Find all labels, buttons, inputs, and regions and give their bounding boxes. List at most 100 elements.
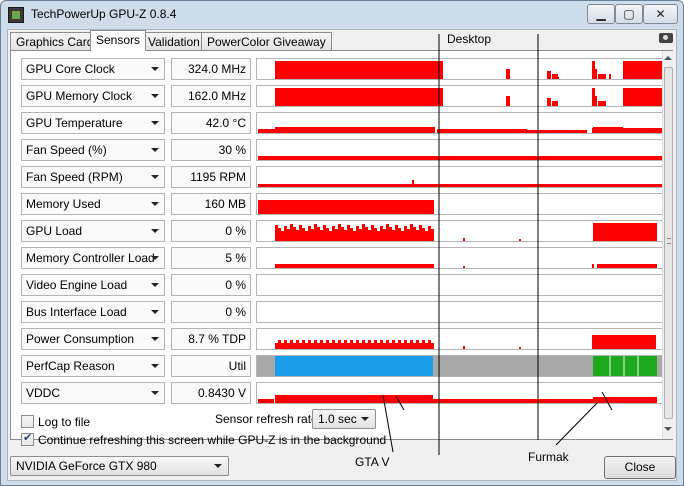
chevron-down-icon	[361, 417, 369, 421]
sensor-value: 0.8430 V	[171, 382, 251, 404]
sensor-name-select[interactable]: Fan Speed (%)	[21, 139, 165, 161]
sensor-history-chart	[275, 223, 657, 241]
window-body: Graphics Card Sensors Validation PowerCo…	[7, 29, 677, 481]
sensor-name: Video Engine Load	[26, 278, 128, 292]
grip-icon	[667, 238, 671, 244]
sensor-graph	[256, 85, 667, 107]
vertical-scrollbar[interactable]	[662, 51, 673, 439]
sensor-row: Memory Controller Load 5 %	[21, 247, 673, 269]
chevron-down-icon	[151, 256, 159, 260]
sensor-row: Video Engine Load 0 %	[21, 274, 673, 296]
scroll-down-arrow-icon[interactable]	[664, 427, 672, 431]
sensor-name-select[interactable]: GPU Memory Clock	[21, 85, 165, 107]
sensor-name-select[interactable]: Fan Speed (RPM)	[21, 166, 165, 188]
sensor-graph	[256, 382, 666, 404]
sensor-name-select[interactable]: Video Engine Load	[21, 274, 165, 296]
minimize-button[interactable]: ▁	[587, 4, 615, 24]
sensor-name: Memory Controller Load	[26, 251, 155, 265]
sensor-value: 1195 RPM	[171, 166, 251, 188]
sensor-row: Power Consumption 8.7 % TDP	[21, 328, 673, 350]
title-bar[interactable]: TechPowerUp GPU-Z 0.8.4 ▁ ▢ ✕	[1, 1, 683, 29]
sensor-graph	[256, 301, 666, 323]
sensor-graph	[256, 355, 667, 377]
sensor-history-chart	[275, 61, 667, 79]
gpu-select[interactable]: NVIDIA GeForce GTX 980	[10, 456, 229, 476]
sensor-graph	[256, 193, 666, 215]
sensor-name: Memory Used	[26, 197, 101, 211]
close-window-button[interactable]: ✕	[643, 4, 678, 24]
sensor-graph	[256, 274, 666, 296]
chevron-down-icon	[151, 283, 159, 287]
sensor-value: 324.0 MHz	[171, 58, 251, 80]
close-button[interactable]: Close	[604, 456, 676, 479]
sensor-history-chart	[257, 275, 667, 295]
sensor-name: Fan Speed (%)	[26, 143, 107, 157]
sensor-value: 0 %	[171, 220, 251, 242]
camera-icon[interactable]	[659, 33, 673, 43]
window-title: TechPowerUp GPU-Z 0.8.4	[31, 7, 177, 21]
chevron-down-icon	[151, 175, 159, 179]
sensor-graph	[256, 112, 667, 134]
sensor-row: Fan Speed (RPM) 1195 RPM	[21, 166, 673, 188]
sensor-history-chart	[258, 180, 666, 187]
sensor-name-select[interactable]: GPU Load	[21, 220, 165, 242]
chevron-down-icon	[151, 364, 159, 368]
chevron-down-icon	[151, 121, 159, 125]
tab-sensors[interactable]: Sensors	[90, 30, 147, 51]
sensor-name: Bus Interface Load	[26, 305, 127, 319]
furmak-annotation: Furmak	[528, 450, 569, 464]
sensor-name: GPU Core Clock	[26, 62, 115, 76]
chevron-down-icon	[214, 464, 222, 468]
sensor-value: 160 MB	[171, 193, 251, 215]
sensor-value: 0 %	[171, 301, 251, 323]
chevron-down-icon	[151, 391, 159, 395]
gpuz-app-icon	[8, 7, 24, 23]
sensor-name-select[interactable]: VDDC	[21, 382, 165, 404]
sensor-name: VDDC	[26, 386, 61, 400]
sensor-name-select[interactable]: GPU Core Clock	[21, 58, 165, 80]
refresh-rate-label: Sensor refresh rate:	[215, 412, 322, 426]
sensor-value: 5 %	[171, 247, 251, 269]
sensor-row: VDDC 0.8430 V	[21, 382, 673, 404]
chevron-down-icon	[151, 310, 159, 314]
sensor-name: Power Consumption	[26, 332, 135, 346]
sensor-name-select[interactable]: Bus Interface Load	[21, 301, 165, 323]
sensor-history-chart	[258, 156, 666, 160]
tab-graphics-card[interactable]: Graphics Card	[10, 32, 100, 50]
sensor-name-select[interactable]: Power Consumption	[21, 328, 165, 350]
sensor-name-select[interactable]: Memory Used	[21, 193, 165, 215]
sensor-history-chart	[275, 88, 667, 106]
sensor-graph	[256, 58, 667, 80]
scroll-up-arrow-icon[interactable]	[664, 56, 672, 60]
sensor-row: Fan Speed (%) 30 %	[21, 139, 673, 161]
tab-powercolor-giveaway[interactable]: PowerColor Giveaway	[201, 32, 332, 50]
gpuz-window: TechPowerUp GPU-Z 0.8.4 ▁ ▢ ✕ Graphics C…	[0, 0, 684, 486]
sensor-row: Memory Used 160 MB	[21, 193, 673, 215]
sensor-row: GPU Temperature 42.0 °C	[21, 112, 673, 134]
gta-annotation: GTA V	[355, 455, 390, 469]
continue-refreshing-checkbox[interactable]	[21, 431, 34, 446]
sensor-history-chart	[257, 356, 667, 376]
sensor-value: 162.0 MHz	[171, 85, 251, 107]
sensor-row: GPU Load 0 %	[21, 220, 673, 242]
sensor-name-select[interactable]: GPU Temperature	[21, 112, 165, 134]
tab-validation[interactable]: Validation	[142, 32, 206, 50]
sensor-history-chart	[275, 335, 656, 349]
sensor-name: GPU Memory Clock	[26, 89, 133, 103]
scrollbar-thumb[interactable]	[664, 67, 673, 419]
sensor-name-select[interactable]: Memory Controller Load	[21, 247, 165, 269]
sensor-graph	[256, 139, 666, 161]
sensor-row: PerfCap Reason Util	[21, 355, 673, 377]
refresh-rate-select[interactable]: 1.0 sec	[312, 409, 376, 429]
sensor-name: GPU Temperature	[26, 116, 123, 130]
sensor-history-chart	[258, 395, 657, 403]
sensor-history-chart	[257, 302, 667, 322]
sensor-name-select[interactable]: PerfCap Reason	[21, 355, 165, 377]
continue-refreshing-label: Continue refreshing this screen while GP…	[38, 433, 387, 447]
sensor-graph	[256, 328, 666, 350]
chevron-down-icon	[151, 67, 159, 71]
sensor-history-chart	[275, 264, 657, 268]
log-to-file-checkbox[interactable]	[21, 415, 34, 428]
maximize-button[interactable]: ▢	[615, 4, 643, 24]
sensor-row: GPU Memory Clock 162.0 MHz	[21, 85, 673, 107]
